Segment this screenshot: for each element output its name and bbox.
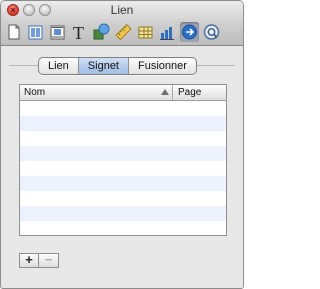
table-row[interactable] (20, 206, 226, 221)
table-row[interactable] (20, 131, 226, 146)
column-header-page[interactable]: Page (178, 85, 201, 100)
table-row[interactable] (20, 191, 226, 206)
svg-text:T: T (73, 23, 84, 42)
add-bookmark-button[interactable]: + (19, 253, 39, 268)
layout-icon (28, 25, 43, 40)
tab-fusionner[interactable]: Fusionner (129, 58, 196, 74)
table-inspector-button[interactable] (136, 22, 155, 42)
table-actions: + − (19, 253, 59, 268)
table-row[interactable] (20, 221, 226, 235)
ruler-icon (115, 23, 132, 41)
wrap-inspector-button[interactable] (48, 22, 67, 42)
table-row[interactable] (20, 101, 226, 116)
table-row[interactable] (20, 176, 226, 191)
table-row[interactable] (20, 116, 226, 131)
title-bar[interactable]: × Lien (1, 1, 243, 19)
link-mode-segmented-control: Lien Signet Fusionner (38, 57, 197, 75)
table-row[interactable] (20, 146, 226, 161)
text-inspector-button[interactable]: T (70, 22, 89, 42)
column-header-nom[interactable]: Nom (24, 85, 45, 100)
shapes-icon (93, 23, 110, 40)
bookmark-table: Nom Page (19, 84, 227, 236)
sort-ascending-icon (161, 89, 169, 95)
inspector-window: × Lien T Lien Signet Fusionner Nom Page … (0, 0, 244, 289)
text-T-icon: T (73, 23, 84, 42)
table-header: Nom Page (20, 85, 226, 101)
inspector-toolbar: T (1, 19, 243, 46)
metrics-inspector-button[interactable] (114, 22, 133, 42)
document-icon (8, 24, 20, 40)
document-inspector-button[interactable] (4, 22, 23, 42)
layout-inspector-button[interactable] (26, 22, 45, 42)
column-separator[interactable] (172, 85, 173, 100)
wrap-icon (50, 25, 65, 40)
quicktime-inspector-button[interactable] (202, 22, 221, 42)
window-title: Lien (110, 3, 134, 17)
chart-inspector-button[interactable] (158, 22, 177, 42)
tab-lien[interactable]: Lien (39, 58, 79, 74)
bar-chart-icon (160, 27, 174, 40)
graphic-inspector-button[interactable] (92, 22, 111, 42)
quicktime-icon (203, 24, 220, 40)
table-icon (138, 26, 153, 39)
link-inspector-button[interactable] (180, 22, 199, 42)
tab-signet[interactable]: Signet (78, 58, 129, 74)
link-arrow-icon (182, 24, 197, 40)
remove-bookmark-button[interactable]: − (39, 253, 59, 268)
table-row[interactable] (20, 161, 226, 176)
